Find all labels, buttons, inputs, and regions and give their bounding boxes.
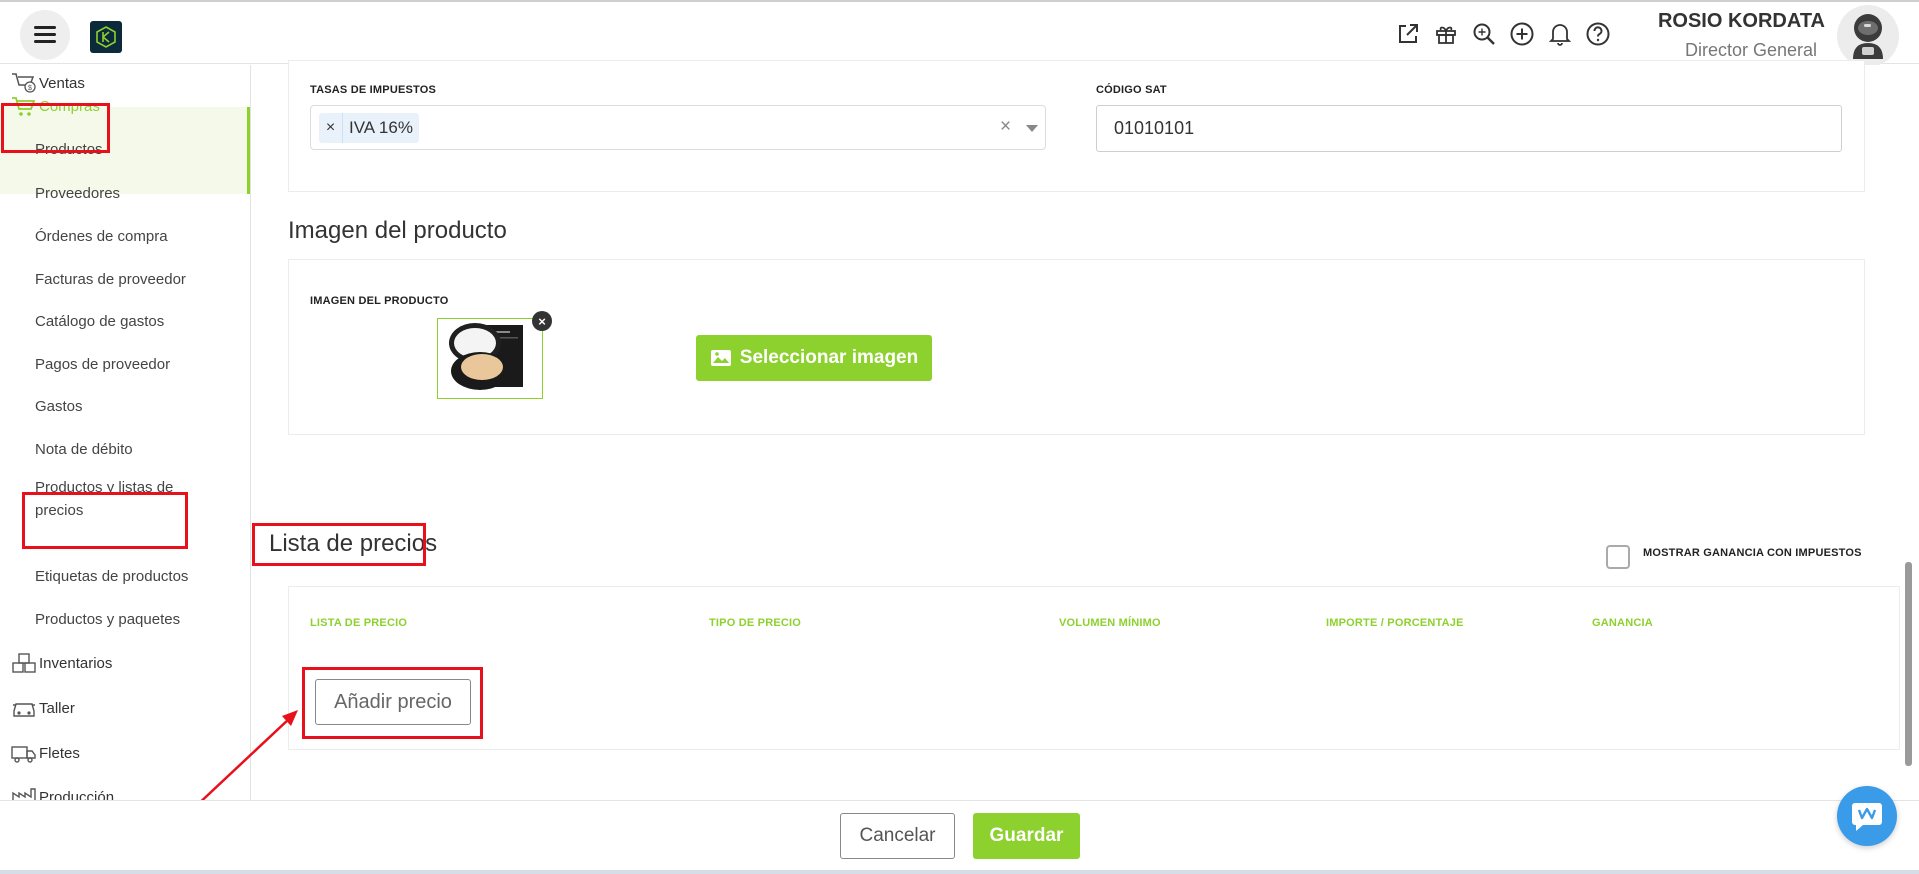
sidebar-item-taller[interactable]: Taller: [0, 695, 75, 721]
sidebar-section-label: Compras: [39, 97, 100, 115]
factory-icon: [9, 784, 39, 800]
main-content: TASAS DE IMPUESTOS × IVA 16% × CÓDIGO SA…: [252, 60, 1919, 800]
tag-remove-icon[interactable]: ×: [319, 113, 343, 143]
sidebar-item-productos-paquetes[interactable]: Productos y paquetes: [35, 608, 180, 631]
taxes-select[interactable]: × IVA 16% ×: [310, 105, 1046, 150]
compact-powder-image: [449, 323, 523, 390]
sidebar-item-pagos-proveedor[interactable]: Pagos de proveedor: [35, 353, 170, 376]
sat-code-input[interactable]: 01010101: [1096, 105, 1842, 152]
truck-icon: [9, 740, 39, 766]
show-profit-label: MOSTRAR GANANCIA CON IMPUESTOS: [1643, 547, 1862, 559]
image-section-title: Imagen del producto: [288, 217, 507, 244]
avatar[interactable]: [1837, 5, 1899, 67]
column-header: LISTA DE PRECIO: [310, 617, 408, 629]
active-section-indicator: [247, 107, 250, 194]
sidebar-section-label: Fletes: [39, 744, 80, 762]
chevron-down-icon[interactable]: [1026, 125, 1038, 132]
sidebar: $ Ventas Compras Productos Proveedores Ó…: [0, 65, 251, 800]
sidebar-item-ordenes-compra[interactable]: Órdenes de compra: [35, 225, 168, 248]
column-header: IMPORTE / PORCENTAJE: [1326, 617, 1464, 629]
sidebar-item-gastos[interactable]: Gastos: [35, 395, 83, 418]
price-list-table: LISTA DE PRECIO TIPO DE PRECIO VOLUMEN M…: [288, 586, 1900, 750]
cancel-button[interactable]: Cancelar: [840, 813, 955, 859]
user-role: Director General: [1684, 40, 1817, 60]
sidebar-item-nota-debito[interactable]: Nota de débito: [35, 438, 133, 461]
car-icon: [9, 695, 39, 721]
select-image-button[interactable]: Seleccionar imagen: [696, 335, 932, 381]
column-header: GANANCIA: [1592, 617, 1653, 629]
sidebar-item-catalogo-gastos[interactable]: Catálogo de gastos: [35, 310, 164, 333]
shopping-cart-icon: [9, 93, 39, 119]
svg-text:$: $: [28, 85, 32, 92]
remove-image-button[interactable]: ×: [532, 311, 552, 331]
show-profit-checkbox[interactable]: [1606, 545, 1630, 569]
column-header: VOLUMEN MÍNIMO: [1059, 617, 1161, 629]
logo-icon: [96, 26, 116, 48]
clear-icon[interactable]: ×: [1000, 116, 1011, 138]
sidebar-item-facturas-proveedor[interactable]: Facturas de proveedor: [35, 268, 186, 291]
add-price-button[interactable]: Añadir precio: [315, 679, 471, 725]
sidebar-item-produccion[interactable]: Producción: [0, 784, 114, 800]
image-label: IMAGEN DEL PRODUCTO: [310, 295, 449, 307]
product-image-thumbnail[interactable]: [437, 318, 543, 399]
header-actions: [1395, 20, 1611, 48]
sidebar-item-label: Productos y listas de: [35, 479, 174, 496]
sidebar-item-label: precios: [35, 502, 84, 519]
sidebar-section-label: Inventarios: [39, 654, 113, 672]
column-header: TIPO DE PRECIO: [709, 617, 802, 629]
gift-icon[interactable]: [1433, 20, 1459, 48]
sidebar-section-label: Producción: [39, 788, 115, 801]
astronaut-avatar-icon: [1853, 14, 1883, 59]
footer-bar: Cancelar Guardar: [0, 800, 1919, 874]
price-list-title: Lista de precios: [269, 530, 438, 557]
sidebar-item-proveedores[interactable]: Proveedores: [35, 182, 120, 205]
sidebar-section-label: Ventas: [39, 74, 85, 92]
scrollbar[interactable]: [1905, 562, 1912, 766]
hamburger-icon: [34, 26, 56, 44]
boxes-icon: [9, 650, 39, 676]
bottom-edge: [0, 870, 1919, 874]
sat-code-label: CÓDIGO SAT: [1096, 84, 1167, 96]
sidebar-item-compras[interactable]: Compras: [0, 93, 100, 119]
tax-tag: × IVA 16%: [319, 113, 419, 143]
select-image-label: Seleccionar imagen: [739, 347, 919, 368]
plus-circle-icon[interactable]: [1509, 20, 1535, 48]
sidebar-item-fletes[interactable]: Fletes: [0, 740, 80, 766]
search-icon[interactable]: [1471, 20, 1497, 48]
menu-toggle-button[interactable]: [20, 10, 70, 60]
taxes-label: TASAS DE IMPUESTOS: [310, 84, 437, 96]
chat-icon: [1852, 803, 1882, 831]
user-name: ROSIO KORDATA: [1657, 10, 1825, 32]
sidebar-item-productos-listas-precios[interactable]: Productos y listas de precios: [35, 476, 173, 522]
taxes-card: TASAS DE IMPUESTOS × IVA 16% × CÓDIGO SA…: [288, 60, 1865, 192]
tag-label: IVA 16%: [349, 118, 413, 137]
chat-button[interactable]: [1837, 786, 1897, 846]
save-button[interactable]: Guardar: [973, 813, 1080, 859]
app-logo[interactable]: [90, 21, 122, 53]
image-icon: [710, 350, 731, 366]
external-link-icon[interactable]: [1395, 20, 1421, 48]
sidebar-item-inventarios[interactable]: Inventarios: [0, 650, 112, 676]
top-bar: ROSIO KORDATA Director General: [0, 0, 1919, 67]
bell-icon[interactable]: [1547, 20, 1573, 48]
help-icon[interactable]: [1585, 20, 1611, 48]
sidebar-item-etiquetas-productos[interactable]: Etiquetas de productos: [35, 565, 188, 588]
sidebar-item-productos[interactable]: Productos: [35, 138, 103, 161]
sidebar-section-label: Taller: [39, 699, 75, 717]
